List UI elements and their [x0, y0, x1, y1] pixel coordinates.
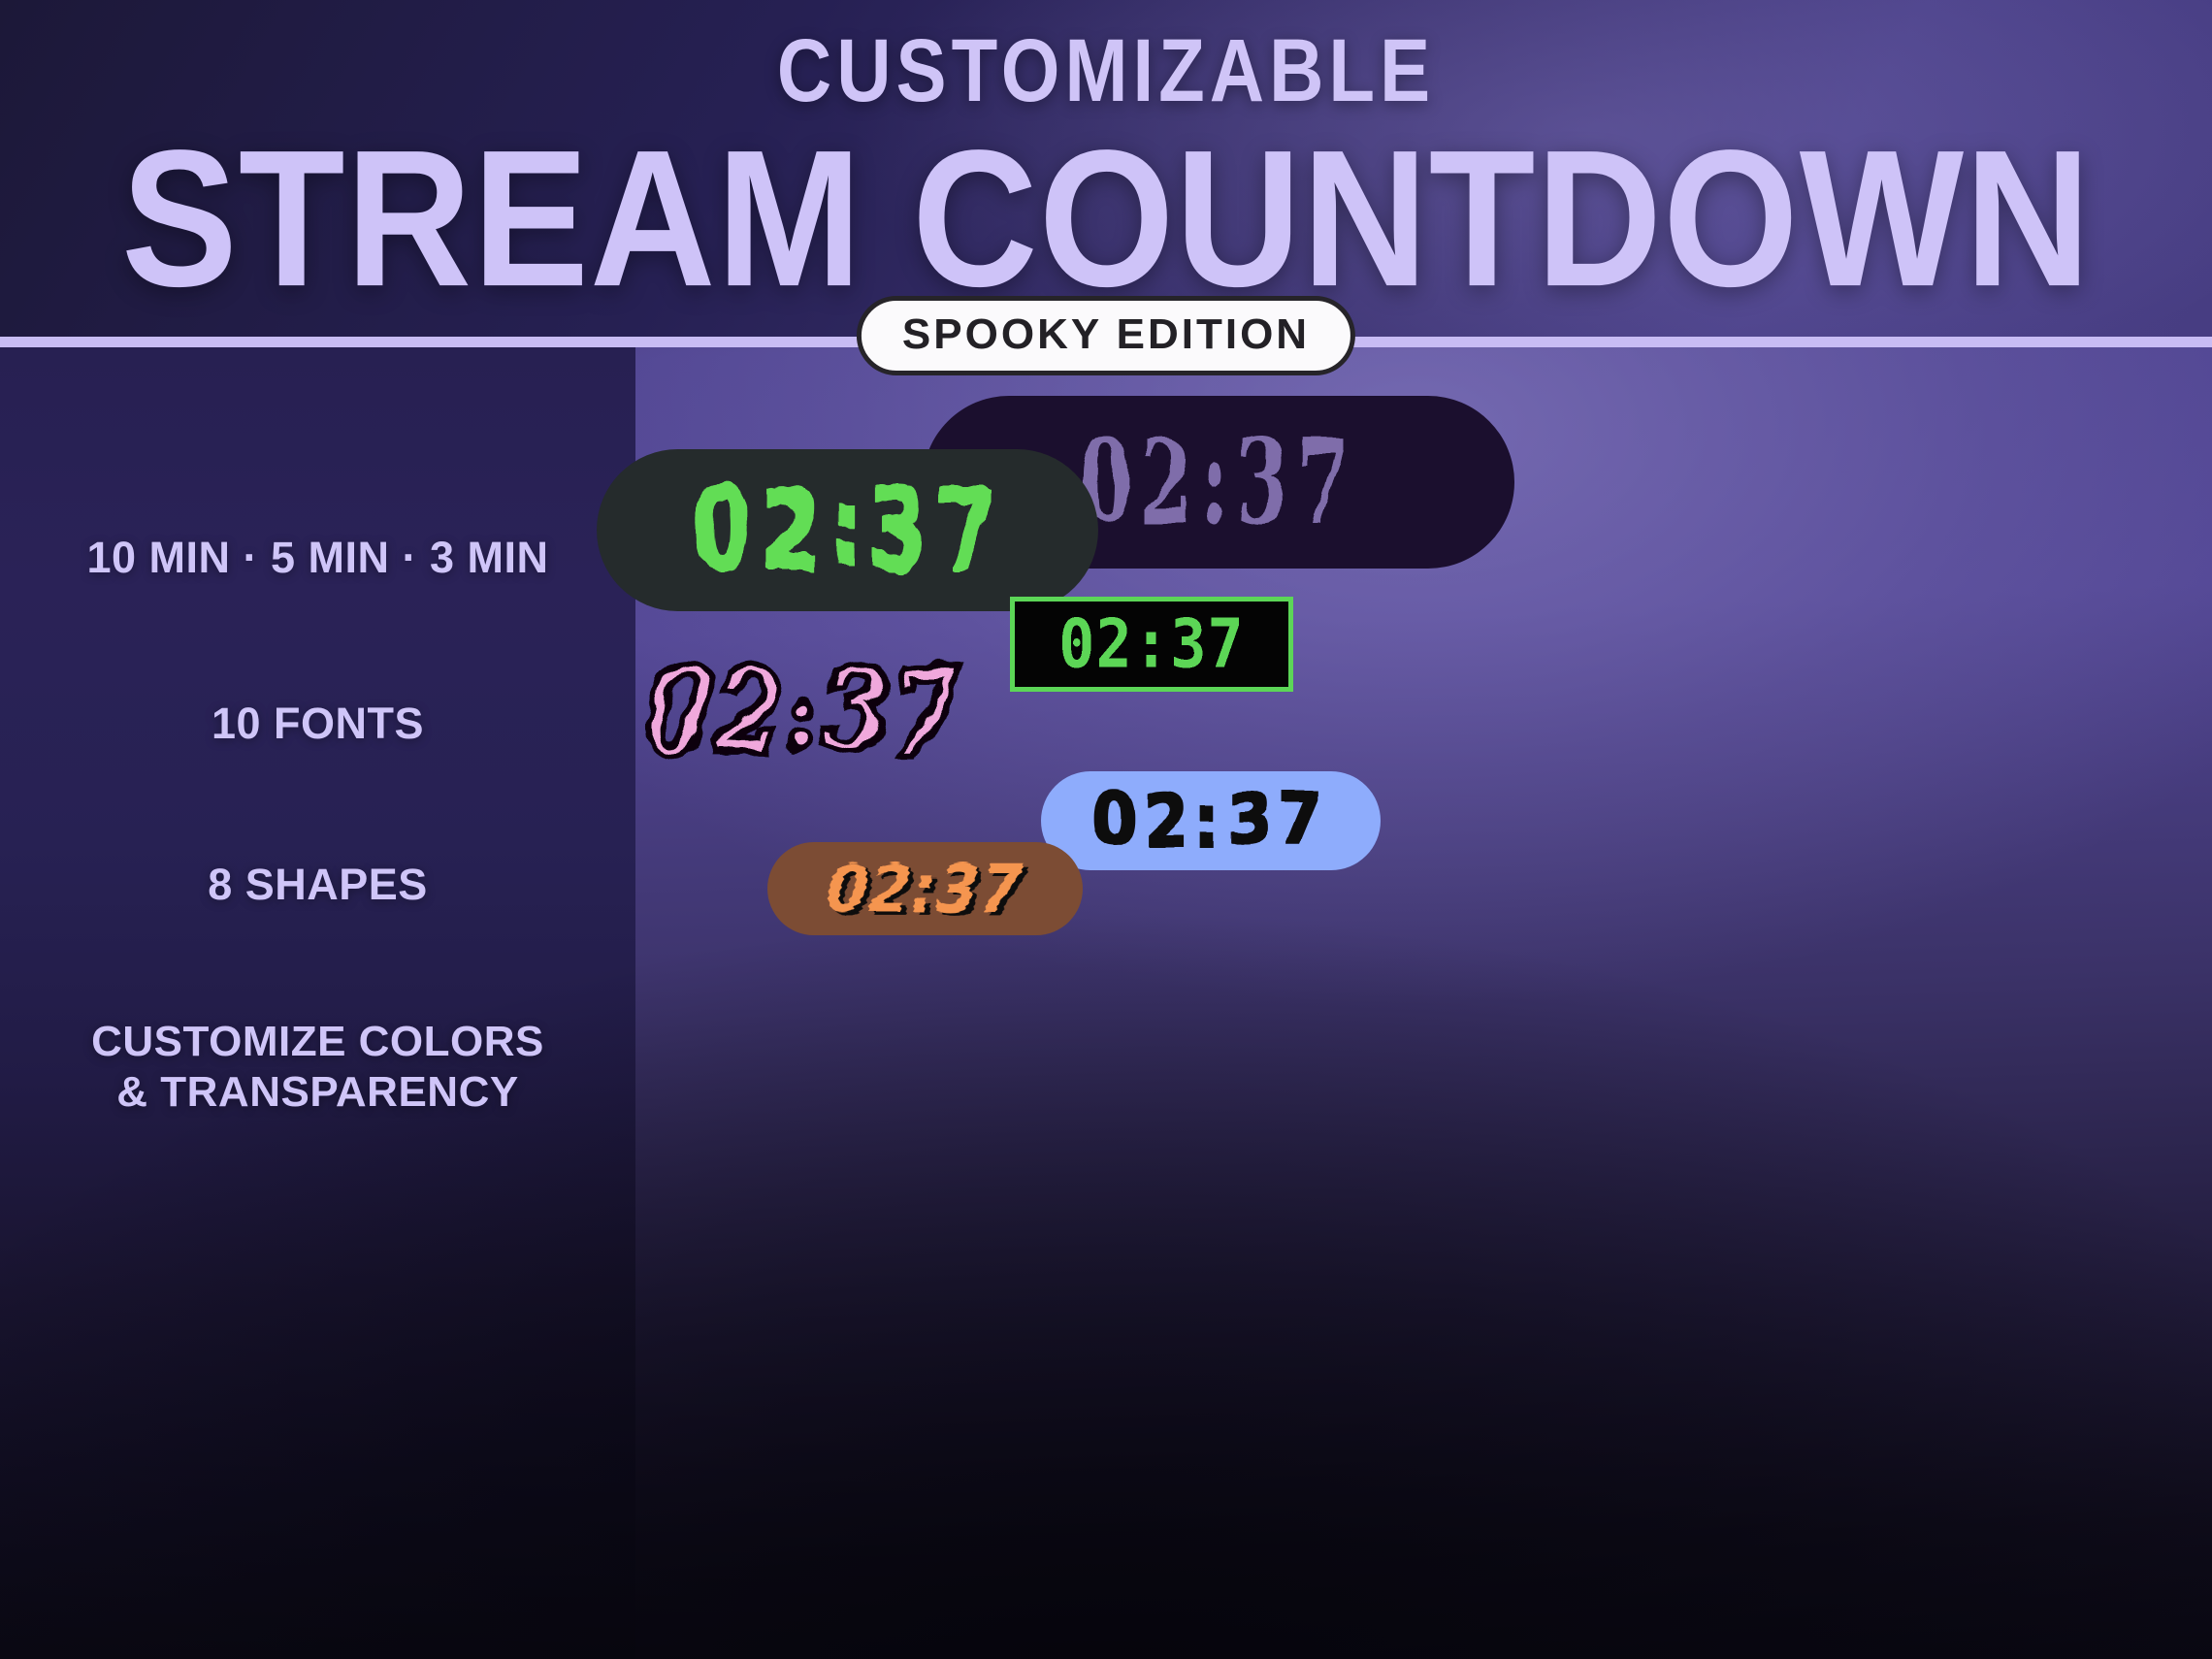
countdown-timer-blue: 02:37 — [1091, 779, 1330, 862]
countdown-widget-slime[interactable]: 02:37 — [597, 449, 1098, 611]
header-kicker: CUSTOMIZABLE — [776, 19, 1436, 120]
poster-canvas: CUSTOMIZABLE STREAM COUNTDOWN SPOOKY EDI… — [0, 0, 2212, 1659]
feature-item-shapes: 8 SHAPES — [208, 860, 428, 910]
countdown-widget-orange[interactable]: 02:37 — [767, 842, 1083, 935]
countdown-timer-orange: 02:37 — [824, 850, 1026, 927]
countdown-widget-pink[interactable]: 02:37 — [602, 648, 1009, 774]
countdown-widget-pixel[interactable]: 02:37 — [1010, 597, 1293, 692]
feature-list: 10 MIN · 5 MIN · 3 MIN 10 FONTS 8 SHAPES… — [0, 388, 635, 1118]
page-title: STREAM COUNTDOWN — [120, 111, 2092, 328]
widget-showcase: 02:37 02:37 02:37 02:37 02:37 02:37 — [597, 345, 2212, 1659]
header: CUSTOMIZABLE STREAM COUNTDOWN — [0, 0, 2212, 342]
feature-item-fonts: 10 FONTS — [211, 699, 425, 749]
countdown-timer-pixel: 02:37 — [1058, 603, 1245, 684]
countdown-timer-slime: 02:37 — [691, 466, 1004, 594]
countdown-widget-blue[interactable]: 02:37 — [1041, 771, 1381, 870]
feature-item-durations: 10 MIN · 5 MIN · 3 MIN — [86, 533, 549, 582]
feature-item-colors: CUSTOMIZE COLORS & TRANSPARENCY — [91, 1018, 544, 1117]
edition-badge: SPOOKY EDITION — [856, 296, 1356, 375]
countdown-timer-pink: 02:37 — [641, 648, 964, 774]
countdown-timer-gothic: 02:37 — [1080, 412, 1357, 552]
